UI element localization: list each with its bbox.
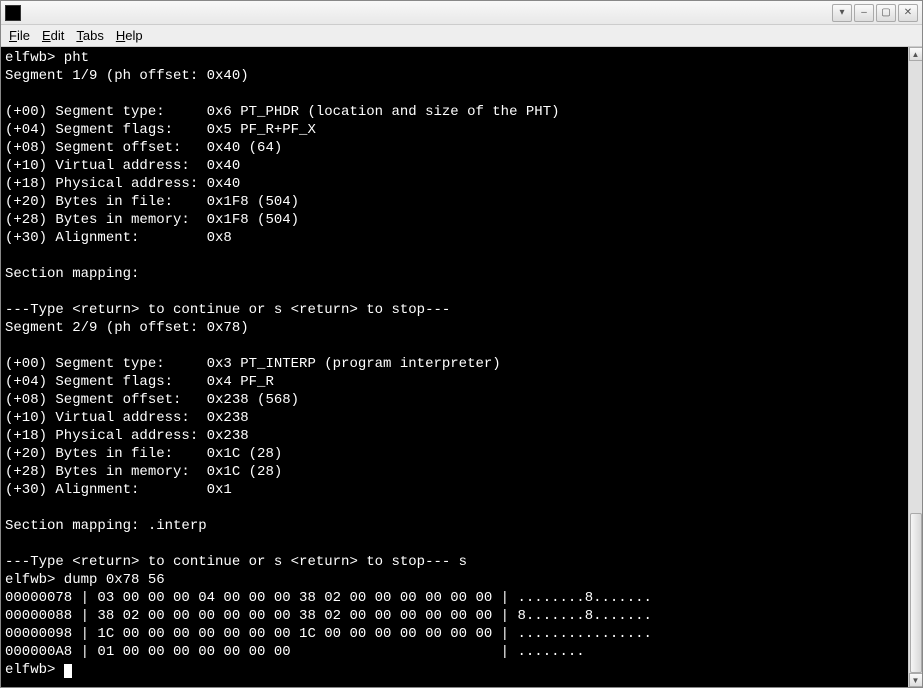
app-icon (5, 5, 21, 21)
terminal-output[interactable]: elfwb> pht Segment 1/9 (ph offset: 0x40)… (1, 47, 908, 687)
segment-field: (+08) Segment offset: 0x40 (64) (5, 140, 282, 156)
segment-field: (+00) Segment type: 0x6 PT_PHDR (locatio… (5, 104, 560, 120)
dropdown-button[interactable]: ▾ (832, 4, 852, 22)
segment-field: (+20) Bytes in file: 0x1C (28) (5, 446, 282, 462)
segment-field: (+28) Bytes in memory: 0x1F8 (504) (5, 212, 299, 228)
titlebar: ▾ – ▢ ✕ (1, 1, 922, 25)
close-button[interactable]: ✕ (898, 4, 918, 22)
prompt-line: elfwb> (5, 662, 64, 678)
segment-field: (+18) Physical address: 0x238 (5, 428, 249, 444)
scroll-track[interactable] (909, 61, 923, 673)
hexdump-row: 00000098 | 1C 00 00 00 00 00 00 00 1C 00… (5, 626, 652, 642)
segment-field: (+20) Bytes in file: 0x1F8 (504) (5, 194, 299, 210)
maximize-button[interactable]: ▢ (876, 4, 896, 22)
menu-help[interactable]: Help (116, 28, 143, 43)
scrollbar[interactable]: ▲ ▼ (908, 47, 922, 687)
segment-field: (+04) Segment flags: 0x4 PF_R (5, 374, 274, 390)
continue-prompt: ---Type <return> to continue or s <retur… (5, 302, 450, 318)
prompt-line: elfwb> pht (5, 50, 89, 66)
cursor-icon (64, 664, 72, 678)
hexdump-row: 00000088 | 38 02 00 00 00 00 00 00 38 02… (5, 608, 652, 624)
segment-field: (+10) Virtual address: 0x238 (5, 410, 249, 426)
segment-field: (+28) Bytes in memory: 0x1C (28) (5, 464, 282, 480)
prompt-line: elfwb> dump 0x78 56 (5, 572, 165, 588)
menubar: File Edit Tabs Help (1, 25, 922, 47)
segment-header: Segment 2/9 (ph offset: 0x78) (5, 320, 249, 336)
segment-header: Segment 1/9 (ph offset: 0x40) (5, 68, 249, 84)
segment-field: (+08) Segment offset: 0x238 (568) (5, 392, 299, 408)
section-mapping: Section mapping: .interp (5, 518, 207, 534)
terminal-window: ▾ – ▢ ✕ File Edit Tabs Help elfwb> pht S… (0, 0, 923, 688)
scroll-up-icon[interactable]: ▲ (909, 47, 923, 61)
scroll-down-icon[interactable]: ▼ (909, 673, 923, 687)
menu-file[interactable]: File (9, 28, 30, 43)
menu-tabs[interactable]: Tabs (76, 28, 103, 43)
minimize-button[interactable]: – (854, 4, 874, 22)
hexdump-row: 000000A8 | 01 00 00 00 00 00 00 00 | ...… (5, 644, 585, 660)
continue-prompt: ---Type <return> to continue or s <retur… (5, 554, 467, 570)
hexdump-row: 00000078 | 03 00 00 00 04 00 00 00 38 02… (5, 590, 652, 606)
segment-field: (+00) Segment type: 0x3 PT_INTERP (progr… (5, 356, 501, 372)
segment-field: (+30) Alignment: 0x8 (5, 230, 232, 246)
section-mapping: Section mapping: (5, 266, 139, 282)
menu-edit[interactable]: Edit (42, 28, 64, 43)
segment-field: (+10) Virtual address: 0x40 (5, 158, 240, 174)
segment-field: (+04) Segment flags: 0x5 PF_R+PF_X (5, 122, 316, 138)
segment-field: (+18) Physical address: 0x40 (5, 176, 240, 192)
scroll-thumb[interactable] (910, 513, 922, 673)
segment-field: (+30) Alignment: 0x1 (5, 482, 232, 498)
